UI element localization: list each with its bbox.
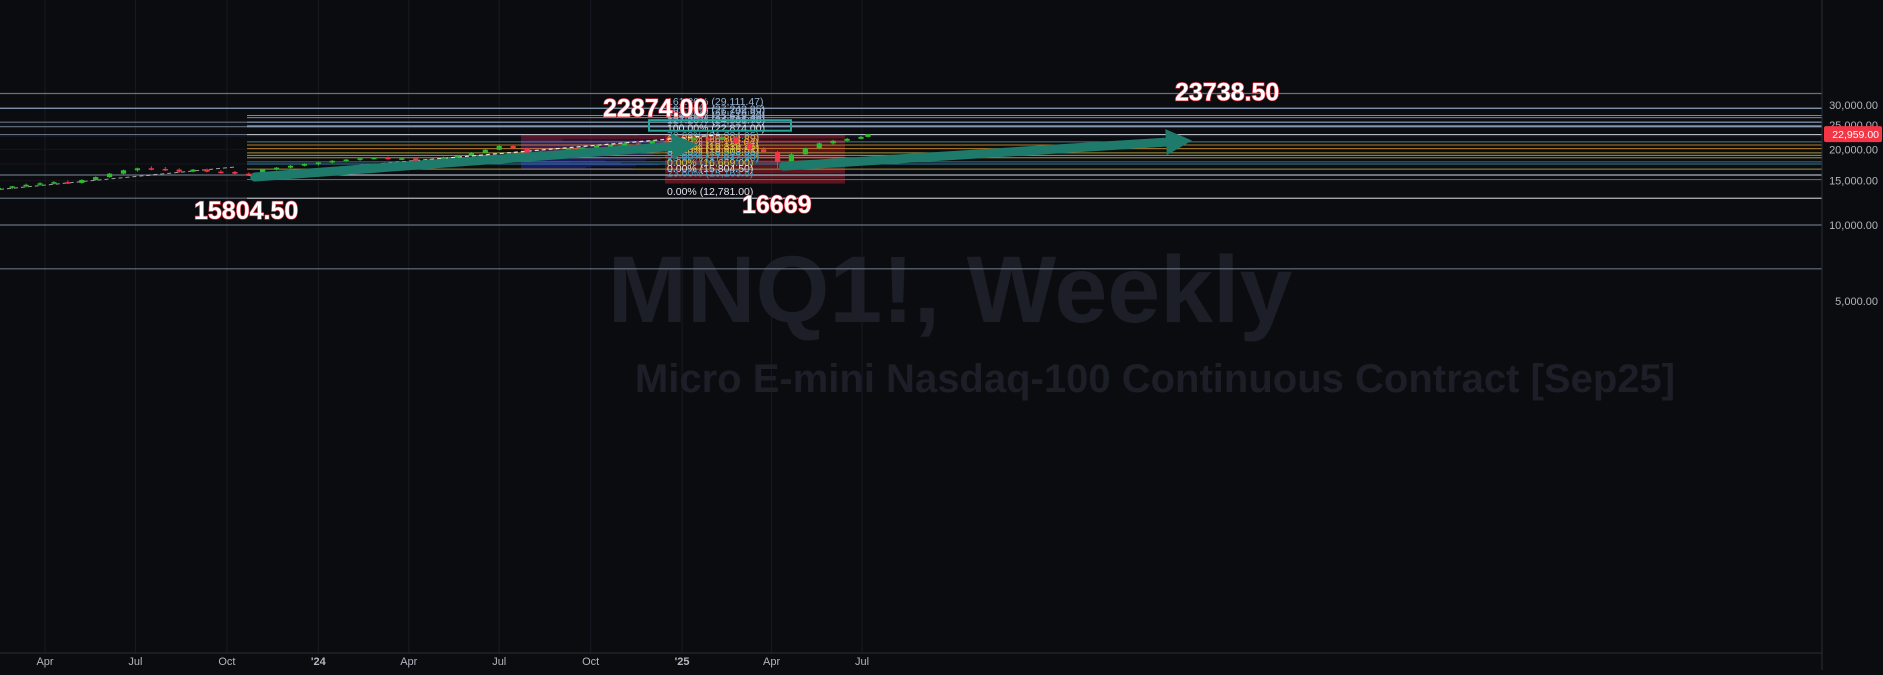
candle-body — [315, 162, 321, 165]
time-tick-label: '24 — [311, 656, 327, 668]
candle-body — [93, 177, 99, 180]
volume-profile-bar — [665, 179, 845, 184]
time-tick-label: Oct — [218, 656, 235, 668]
candle-body — [65, 182, 71, 184]
volume-profile-bar — [521, 162, 621, 164]
chart-container[interactable]: MNQ1!, Weekly Micro E-mini Nasdaq-100 Co… — [0, 0, 1883, 670]
candle-body — [691, 138, 697, 141]
time-tick-label: Jul — [855, 656, 869, 668]
time-tick-label: Jul — [492, 656, 506, 668]
candle-body — [788, 154, 795, 162]
candle-body — [0, 187, 1, 190]
candle-body — [9, 186, 15, 188]
candle-body — [496, 146, 502, 150]
candle-body — [190, 169, 196, 172]
candle-body — [858, 136, 864, 139]
candle-body — [51, 182, 57, 184]
candle-body — [79, 179, 85, 183]
candle-body — [218, 171, 224, 174]
candle-body — [621, 143, 628, 146]
candle-body — [663, 140, 669, 143]
fib-level-label: 23.60% (15,163.8) — [667, 168, 753, 180]
volume-profile-bar — [521, 166, 591, 168]
volume-profile-bar — [521, 140, 667, 142]
candle-body — [399, 158, 405, 160]
candle-body — [37, 183, 43, 185]
candle-body — [816, 143, 822, 149]
candle-body — [844, 138, 850, 141]
time-tick-label: Oct — [582, 656, 599, 668]
price-tick-label: 30,000.00 — [1829, 100, 1878, 112]
candle-body — [719, 136, 725, 140]
candle-body — [774, 152, 781, 162]
candle-body — [120, 170, 127, 174]
time-tick-label: Jul — [128, 656, 142, 668]
time-tick-label: Apr — [36, 656, 53, 668]
candle-body — [148, 168, 154, 170]
volume-profile-bar — [521, 138, 665, 140]
candle-body — [733, 136, 739, 144]
candlestick-chart[interactable]: MNQ1!, Weekly Micro E-mini Nasdaq-100 Co… — [0, 0, 1883, 670]
price-tick-label: 20,000.00 — [1829, 144, 1878, 156]
fib-level-label: 0.00% (12,781.00) — [667, 186, 753, 198]
price-tick-label: 15,000.00 — [1829, 176, 1878, 188]
candle-body — [246, 173, 252, 176]
candle-body — [106, 173, 113, 178]
price-callout: 15804.50 — [194, 197, 298, 225]
candle-body — [134, 168, 141, 171]
candle-body — [273, 167, 280, 170]
candle-body — [301, 163, 308, 166]
candle-body — [747, 143, 753, 150]
candle-body — [343, 159, 349, 162]
candle-body — [802, 148, 808, 155]
time-tick-label: '25 — [675, 656, 690, 668]
watermark-title: MNQ1!, Weekly — [608, 237, 1293, 343]
candle-body — [204, 169, 210, 172]
time-tick-label: Apr — [763, 656, 780, 668]
candle-body — [23, 184, 29, 187]
candle-body — [865, 134, 871, 137]
candle-body — [232, 171, 238, 174]
candle-body — [454, 155, 461, 158]
candle-body — [371, 157, 377, 160]
price-callout: 23738.50 — [1175, 79, 1279, 107]
candle-body — [357, 158, 363, 160]
candle-body — [482, 149, 488, 153]
candle-body — [385, 157, 391, 160]
volume-profile-bar — [521, 167, 586, 169]
candle-body — [830, 140, 836, 144]
last-price-label: 22,959.00 — [1832, 129, 1879, 141]
price-callout: 16669 — [742, 191, 812, 219]
price-tick-label: 10,000.00 — [1829, 220, 1878, 232]
candle-body — [329, 160, 335, 163]
time-tick-label: Apr — [400, 656, 417, 668]
candle-body — [468, 152, 474, 156]
volume-profile-bar — [521, 139, 563, 141]
candle-body — [510, 146, 516, 149]
candle-body — [705, 138, 711, 140]
watermark-subtitle: Micro E-mini Nasdaq-100 Continuous Contr… — [635, 357, 1675, 401]
price-callout: 22874.00 — [603, 95, 707, 123]
candle-body — [176, 169, 182, 172]
candle-body — [760, 149, 767, 153]
volume-profile-bar — [521, 165, 637, 167]
candle-body — [162, 168, 168, 171]
candle-body — [287, 165, 294, 168]
price-tick-label: 5,000.00 — [1835, 296, 1878, 308]
